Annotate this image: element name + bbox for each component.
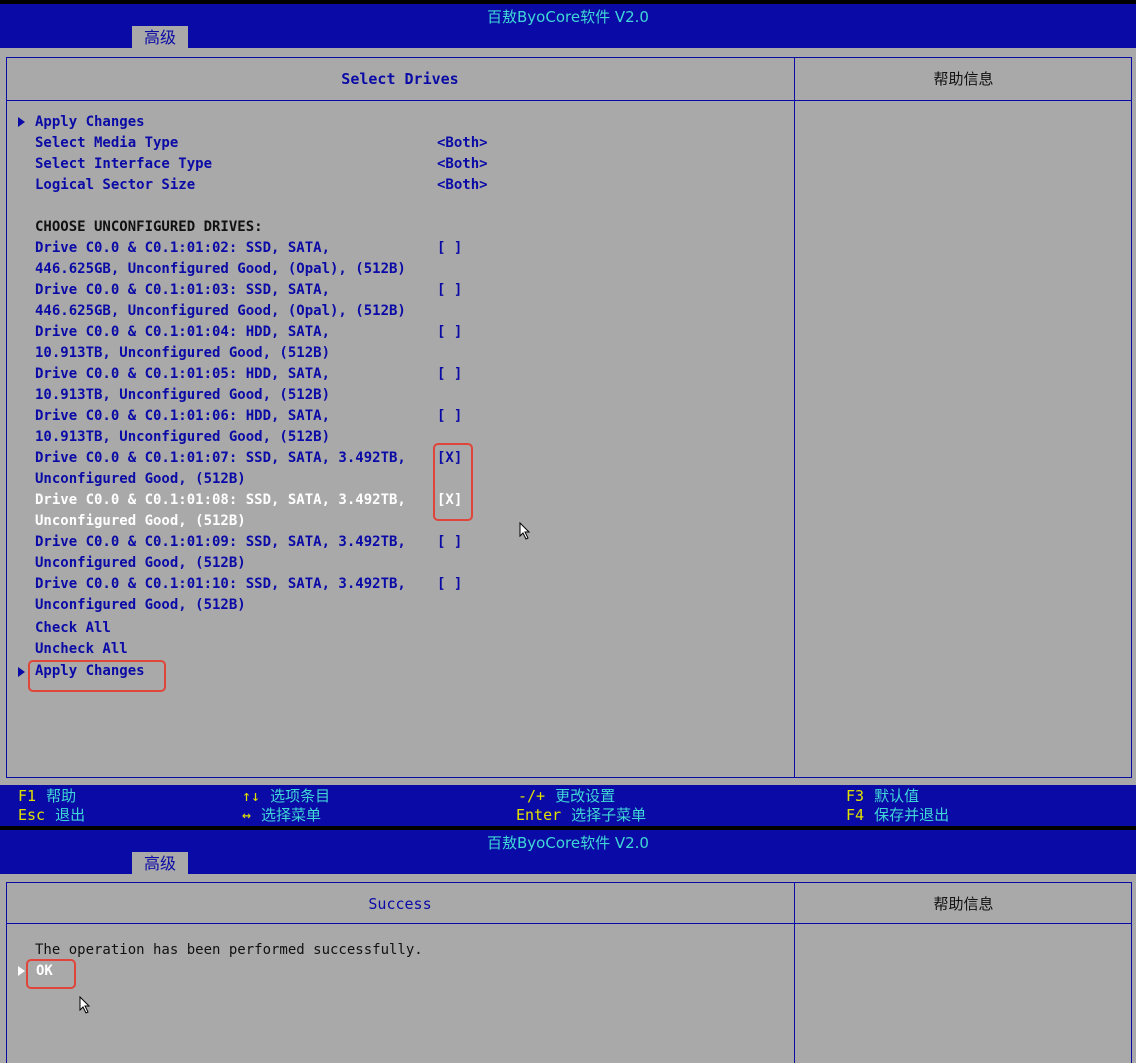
apply-changes-top[interactable]: Apply Changes xyxy=(35,112,145,133)
drive-item-05[interactable]: Drive C0.0 & C0.1:01:05: HDD, SATA, xyxy=(35,364,330,385)
app-title: 百敖ByoCore软件 V2.0 xyxy=(487,8,649,26)
bios-screen-select-drives: 百敖ByoCore软件 V2.0 高级 Select Drives 帮助信息 A… xyxy=(0,0,1136,826)
drive-checkbox-09[interactable]: [ ] xyxy=(437,532,462,553)
drive-item-06[interactable]: Drive C0.0 & C0.1:01:06: HDD, SATA, xyxy=(35,406,330,427)
tab-advanced[interactable]: 高级 xyxy=(132,26,188,50)
check-all[interactable]: Check All xyxy=(35,618,111,639)
help-title: 帮助信息 xyxy=(933,70,994,88)
drive-detail-05: 10.913TB, Unconfigured Good, (512B) xyxy=(35,387,331,403)
submenu-arrow-icon xyxy=(18,117,25,127)
mouse-cursor-icon xyxy=(519,522,531,540)
drive-detail-03: 446.625GB, Unconfigured Good, (Opal), (5… xyxy=(35,303,406,319)
help-title: 帮助信息 xyxy=(933,895,994,913)
panel-title: Select Drives xyxy=(341,70,459,88)
title-bar: 百敖ByoCore软件 V2.0 高级 xyxy=(0,826,1136,876)
select-media-type-label: Select Media Type xyxy=(35,135,179,151)
drive-item-03[interactable]: Drive C0.0 & C0.1:01:03: SSD, SATA, xyxy=(35,280,330,301)
bios-screen-success: 百敖ByoCore软件 V2.0 高级 Success 帮助信息 The ope… xyxy=(0,826,1136,1063)
highlight-ok xyxy=(26,959,76,989)
panel-divider xyxy=(794,57,795,778)
key-help-footer: F1 帮助 Esc 退出 ↑↓ 选项条目 ↔ 选择菜单 -/+ 更改设置 Enter 选择子… xyxy=(0,785,1136,826)
drive-item-02[interactable]: Drive C0.0 & C0.1:01:02: SSD, SATA, xyxy=(35,238,330,259)
drive-checkbox-03[interactable]: [ ] xyxy=(437,280,462,301)
drive-detail-08: Unconfigured Good, (512B) xyxy=(35,513,246,529)
drive-detail-06: 10.913TB, Unconfigured Good, (512B) xyxy=(35,429,331,445)
highlight-checked-boxes xyxy=(433,443,473,521)
drive-item-08-selected[interactable]: Drive C0.0 & C0.1:01:08: SSD, SATA, 3.49… xyxy=(35,490,406,511)
drive-checkbox-05[interactable]: [ ] xyxy=(437,364,462,385)
footer-f3: F3 默认值 xyxy=(846,787,920,805)
drive-checkbox-04[interactable]: [ ] xyxy=(437,322,462,343)
submenu-arrow-icon xyxy=(18,667,25,677)
drive-detail-10: Unconfigured Good, (512B) xyxy=(35,597,246,613)
header-divider xyxy=(6,100,1132,101)
drive-item-04[interactable]: Drive C0.0 & C0.1:01:04: HDD, SATA, xyxy=(35,322,330,343)
drive-item-09[interactable]: Drive C0.0 & C0.1:01:09: SSD, SATA, 3.49… xyxy=(35,532,406,553)
footer-updown: ↑↓ 选项条目 xyxy=(242,787,331,805)
app-title: 百敖ByoCore软件 V2.0 xyxy=(487,834,649,852)
drive-checkbox-10[interactable]: [ ] xyxy=(437,574,462,595)
title-bar: 百敖ByoCore软件 V2.0 高级 xyxy=(0,0,1136,50)
select-interface-type-label: Select Interface Type xyxy=(35,156,213,172)
drive-detail-02: 446.625GB, Unconfigured Good, (Opal), (5… xyxy=(35,261,406,277)
drive-checkbox-02[interactable]: [ ] xyxy=(437,238,462,259)
drive-detail-07: Unconfigured Good, (512B) xyxy=(35,471,246,487)
drive-checkbox-06[interactable]: [ ] xyxy=(437,406,462,427)
uncheck-all[interactable]: Uncheck All xyxy=(35,639,128,660)
footer-enter: Enter 选择子菜单 xyxy=(516,806,647,824)
select-interface-type-value[interactable]: <Both> xyxy=(437,154,488,175)
footer-f1: F1 帮助 xyxy=(18,787,77,805)
panel-title: Success xyxy=(368,895,432,913)
success-message: The operation has been performed success… xyxy=(35,942,423,958)
logical-sector-size-label: Logical Sector Size xyxy=(35,177,196,193)
submenu-arrow-icon xyxy=(18,966,25,976)
drive-detail-04: 10.913TB, Unconfigured Good, (512B) xyxy=(35,345,331,361)
drive-item-10[interactable]: Drive C0.0 & C0.1:01:10: SSD, SATA, 3.49… xyxy=(35,574,406,595)
footer-f4: F4 保存并退出 xyxy=(846,806,950,824)
logical-sector-size-value[interactable]: <Both> xyxy=(437,175,488,196)
highlight-apply-changes xyxy=(28,660,166,692)
tab-advanced[interactable]: 高级 xyxy=(132,852,188,876)
drive-item-07[interactable]: Drive C0.0 & C0.1:01:07: SSD, SATA, 3.49… xyxy=(35,448,406,469)
drive-detail-09: Unconfigured Good, (512B) xyxy=(35,555,246,571)
mouse-cursor-icon xyxy=(79,996,91,1014)
footer-plusminus: -/+ 更改设置 xyxy=(518,787,616,805)
footer-esc: Esc 退出 xyxy=(18,806,86,824)
section-heading: CHOOSE UNCONFIGURED DRIVES: xyxy=(35,219,263,235)
header-divider xyxy=(6,923,1132,924)
footer-leftright: ↔ 选择菜单 xyxy=(242,806,322,824)
select-media-type-value[interactable]: <Both> xyxy=(437,133,488,154)
